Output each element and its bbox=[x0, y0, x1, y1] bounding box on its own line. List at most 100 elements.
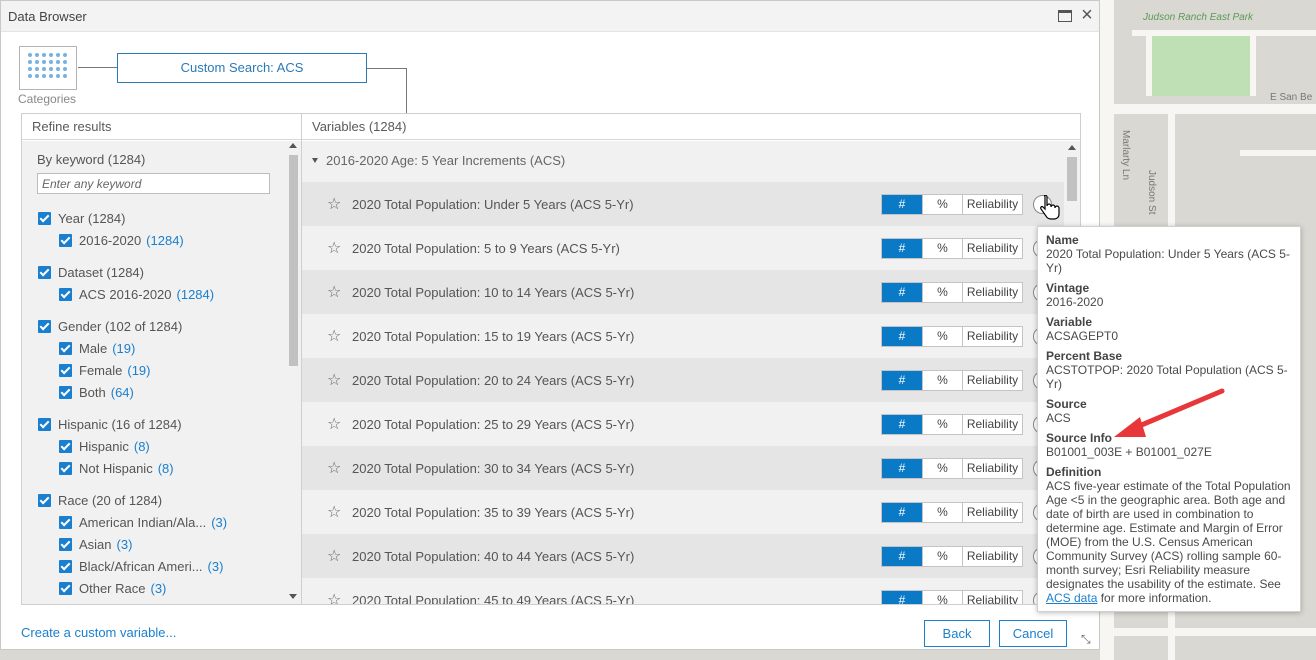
reliability-toggle-button[interactable]: Reliability bbox=[962, 546, 1022, 566]
facet-year-2016-2020[interactable]: 2016-2020 (1284) bbox=[59, 231, 184, 249]
checkbox[interactable] bbox=[59, 385, 72, 399]
count-toggle-button[interactable]: # bbox=[882, 370, 922, 390]
categories-grid-icon[interactable] bbox=[19, 46, 77, 90]
facet-hispanic[interactable]: Hispanic (16 of 1284) bbox=[38, 415, 182, 433]
facet-race-other[interactable]: Other Race (3) bbox=[59, 579, 166, 597]
checkbox[interactable] bbox=[38, 319, 51, 333]
reliability-toggle-button[interactable]: Reliability bbox=[962, 326, 1022, 346]
facet-gender-both[interactable]: Both (64) bbox=[59, 383, 134, 401]
reliability-toggle-button[interactable]: Reliability bbox=[962, 590, 1022, 604]
variable-row[interactable]: ☆ 2020 Total Population: 30 to 34 Years (… bbox=[302, 446, 1064, 490]
facet-hispanic-yes[interactable]: Hispanic (8) bbox=[59, 437, 150, 455]
display-toggle[interactable]: #% Reliability bbox=[881, 325, 1023, 347]
checkbox[interactable] bbox=[38, 265, 51, 279]
scroll-down-icon[interactable] bbox=[289, 594, 297, 599]
cancel-button[interactable]: Cancel bbox=[999, 620, 1067, 647]
star-icon[interactable]: ☆ bbox=[327, 458, 341, 478]
percent-toggle-button[interactable]: % bbox=[922, 546, 962, 566]
checkbox[interactable] bbox=[59, 515, 72, 529]
create-custom-variable-link[interactable]: Create a custom variable... bbox=[21, 625, 176, 640]
checkbox[interactable] bbox=[59, 461, 72, 475]
group-header[interactable]: 2016-2020 Age: 5 Year Increments (ACS) bbox=[312, 153, 565, 168]
variable-row[interactable]: ☆ 2020 Total Population: 45 to 49 Years (… bbox=[302, 578, 1064, 604]
star-icon[interactable]: ☆ bbox=[327, 502, 341, 522]
count-toggle-button[interactable]: # bbox=[882, 282, 922, 302]
variable-row[interactable]: ☆ 2020 Total Population: 35 to 39 Years (… bbox=[302, 490, 1064, 534]
checkbox[interactable] bbox=[59, 287, 72, 301]
count-toggle-button[interactable]: # bbox=[882, 502, 922, 522]
count-toggle-button[interactable]: # bbox=[882, 458, 922, 478]
variable-row[interactable]: ☆ 2020 Total Population: 20 to 24 Years (… bbox=[302, 358, 1064, 402]
scroll-up-icon[interactable] bbox=[1068, 145, 1076, 150]
resize-handle-icon[interactable]: ⤡ bbox=[1081, 632, 1095, 646]
variable-row[interactable]: ☆ 2020 Total Population: 15 to 19 Years (… bbox=[302, 314, 1064, 358]
percent-toggle-button[interactable]: % bbox=[922, 590, 962, 604]
reliability-toggle-button[interactable]: Reliability bbox=[962, 238, 1022, 258]
star-icon[interactable]: ☆ bbox=[327, 546, 341, 566]
facet-race-black[interactable]: Black/African Ameri... (3) bbox=[59, 557, 223, 575]
facet-dataset-acs[interactable]: ACS 2016-2020 (1284) bbox=[59, 285, 214, 303]
variable-row[interactable]: ☆ 2020 Total Population: 10 to 14 Years (… bbox=[302, 270, 1064, 314]
checkbox[interactable] bbox=[59, 559, 72, 573]
display-toggle[interactable]: #% Reliability bbox=[881, 457, 1023, 479]
facet-race[interactable]: Race (20 of 1284) bbox=[38, 491, 162, 509]
percent-toggle-button[interactable]: % bbox=[922, 370, 962, 390]
reliability-toggle-button[interactable]: Reliability bbox=[962, 194, 1022, 214]
keyword-input[interactable] bbox=[37, 173, 270, 194]
close-icon[interactable]: × bbox=[1079, 5, 1095, 25]
facet-gender[interactable]: Gender (102 of 1284) bbox=[38, 317, 182, 335]
facet-race-american-indian[interactable]: American Indian/Ala... (3) bbox=[59, 513, 227, 531]
breadcrumb-current-search[interactable]: Custom Search: ACS bbox=[117, 53, 367, 83]
back-button[interactable]: Back bbox=[924, 620, 990, 647]
collapse-triangle-icon[interactable] bbox=[312, 158, 318, 163]
display-toggle[interactable]: #% Reliability bbox=[881, 193, 1023, 215]
scroll-up-icon[interactable] bbox=[289, 143, 297, 148]
maximize-icon[interactable] bbox=[1057, 8, 1073, 24]
title-bar[interactable]: Data Browser × bbox=[1, 1, 1099, 32]
display-toggle[interactable]: #% Reliability bbox=[881, 413, 1023, 435]
star-icon[interactable]: ☆ bbox=[327, 238, 341, 258]
reliability-toggle-button[interactable]: Reliability bbox=[962, 458, 1022, 478]
display-toggle[interactable]: #% Reliability bbox=[881, 589, 1023, 604]
facet-race-asian[interactable]: Asian (3) bbox=[59, 535, 132, 553]
display-toggle[interactable]: #% Reliability bbox=[881, 281, 1023, 303]
checkbox[interactable] bbox=[59, 341, 72, 355]
count-toggle-button[interactable]: # bbox=[882, 414, 922, 434]
count-toggle-button[interactable]: # bbox=[882, 546, 922, 566]
facet-gender-male[interactable]: Male (19) bbox=[59, 339, 135, 357]
variable-row[interactable]: ☆ 2020 Total Population: Under 5 Years (A… bbox=[302, 182, 1064, 226]
display-toggle[interactable]: #% Reliability bbox=[881, 237, 1023, 259]
count-toggle-button[interactable]: # bbox=[882, 194, 922, 214]
variable-row[interactable]: ☆ 2020 Total Population: 40 to 44 Years (… bbox=[302, 534, 1064, 578]
percent-toggle-button[interactable]: % bbox=[922, 458, 962, 478]
checkbox[interactable] bbox=[59, 581, 72, 595]
checkbox[interactable] bbox=[59, 537, 72, 551]
reliability-toggle-button[interactable]: Reliability bbox=[962, 370, 1022, 390]
facet-year[interactable]: Year (1284) bbox=[38, 209, 125, 227]
star-icon[interactable]: ☆ bbox=[327, 414, 341, 434]
checkbox[interactable] bbox=[38, 417, 51, 431]
display-toggle[interactable]: #% Reliability bbox=[881, 545, 1023, 567]
checkbox[interactable] bbox=[38, 493, 51, 507]
star-icon[interactable]: ☆ bbox=[327, 326, 341, 346]
reliability-toggle-button[interactable]: Reliability bbox=[962, 502, 1022, 522]
star-icon[interactable]: ☆ bbox=[327, 194, 341, 214]
reliability-toggle-button[interactable]: Reliability bbox=[962, 414, 1022, 434]
star-icon[interactable]: ☆ bbox=[327, 282, 341, 302]
checkbox[interactable] bbox=[38, 211, 51, 225]
facet-hispanic-no[interactable]: Not Hispanic (8) bbox=[59, 459, 174, 477]
facet-gender-female[interactable]: Female (19) bbox=[59, 361, 150, 379]
percent-toggle-button[interactable]: % bbox=[922, 414, 962, 434]
star-icon[interactable]: ☆ bbox=[327, 370, 341, 390]
checkbox[interactable] bbox=[59, 439, 72, 453]
percent-toggle-button[interactable]: % bbox=[922, 502, 962, 522]
count-toggle-button[interactable]: # bbox=[882, 590, 922, 604]
scrollbar-thumb[interactable] bbox=[289, 155, 298, 366]
percent-toggle-button[interactable]: % bbox=[922, 282, 962, 302]
display-toggle[interactable]: #% Reliability bbox=[881, 369, 1023, 391]
scrollbar-thumb[interactable] bbox=[1067, 157, 1077, 201]
variable-row[interactable]: ☆ 2020 Total Population: 25 to 29 Years (… bbox=[302, 402, 1064, 446]
acs-data-link[interactable]: ACS data bbox=[1046, 591, 1097, 605]
percent-toggle-button[interactable]: % bbox=[922, 238, 962, 258]
display-toggle[interactable]: #% Reliability bbox=[881, 501, 1023, 523]
